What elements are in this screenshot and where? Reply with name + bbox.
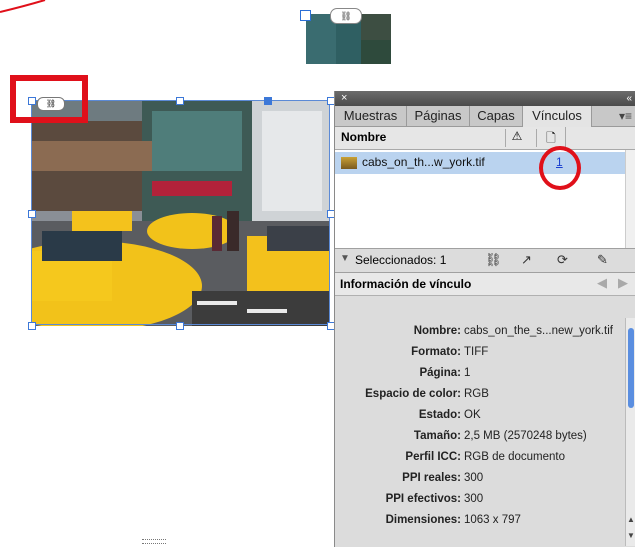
links-list: cabs_on_th...w_york.tif 1 [335,150,635,248]
page-column-icon[interactable]: 🗋 [536,129,565,147]
tab-capas[interactable]: Capas [470,106,523,126]
info-row: Página: 1 [419,367,471,379]
frame-handle[interactable] [176,97,184,105]
scroll-up-icon[interactable]: ▲ [627,515,635,524]
links-panel: × « Muestras Páginas Capas Vínculos ▾≡ N… [334,91,635,547]
info-row: Perfil ICC: RGB de documento [405,451,566,463]
info-row: Estado: OK [418,409,481,421]
panel-tabs: Muestras Páginas Capas Vínculos ▾≡ [335,106,635,127]
info-row: Formato: TIFF [411,346,489,358]
links-column-header: Nombre ⚠ 🗋 [335,127,635,150]
link-info-title: Información de vínculo [340,277,472,291]
frame-handle[interactable] [176,322,184,330]
next-link-icon[interactable]: ▶ [618,275,628,291]
panel-menu-icon[interactable]: ▾≡ [619,109,632,123]
tab-vinculos[interactable]: Vínculos [523,106,592,127]
relink-icon[interactable]: ⛓ [485,252,502,268]
tab-paginas[interactable]: Páginas [407,106,470,126]
update-link-icon[interactable]: ⟳ [557,252,568,268]
frame-handle[interactable] [28,210,36,218]
annotation-highlight-box [10,75,88,123]
info-row: PPI reales: 300 [402,472,484,484]
links-toolbar: ▼ Seleccionados: 1 ⛓ ↗ ⟳ ✎ [335,248,635,273]
close-icon[interactable]: × [341,91,347,106]
image-file-icon [341,157,357,169]
link-filename: cabs_on_th...w_york.tif [362,155,485,169]
edit-original-icon[interactable]: ✎ [597,252,608,268]
info-row: Nombre: cabs_on_the_s...new_york.tif [413,325,613,337]
previous-link-icon[interactable]: ◀ [597,275,607,291]
selected-count: Seleccionados: 1 [355,253,447,267]
disclosure-triangle-icon[interactable]: ▼ [340,253,350,264]
column-name[interactable]: Nombre [341,130,386,144]
panel-titlebar: × « [335,91,635,106]
scroll-thumb[interactable] [628,328,634,408]
tab-muestras[interactable]: Muestras [335,106,407,126]
collapse-icon[interactable]: « [626,91,632,106]
link-row[interactable]: cabs_on_th...w_york.tif 1 [335,152,625,174]
warning-column-icon[interactable]: ⚠ [505,129,528,147]
annotation-circle [539,146,581,190]
info-row: PPI efectivos: 300 [385,493,484,505]
list-scrollbar[interactable] [625,150,635,248]
annotation-arc [0,0,46,13]
go-to-link-icon[interactable]: ↗ [521,252,532,268]
info-row: Dimensiones: 1063 x 797 [385,514,521,526]
info-row: Tamaño: 2,5 MB (2570248 bytes) [413,430,587,442]
info-scrollbar[interactable]: ▲ ▼ [625,318,635,546]
info-row: Espacio de color: RGB [365,388,489,400]
frame-handle[interactable] [264,97,272,105]
link-info-body: Nombre: cabs_on_the_s...new_york.tif Form… [335,318,635,546]
scroll-down-icon[interactable]: ▼ [627,531,635,540]
link-badge-icon: ⛓ [330,8,362,24]
resize-grip[interactable] [142,539,166,544]
image-frame[interactable] [31,100,330,325]
link-info-header: Información de vínculo ◀ ▶ [335,273,635,296]
frame-handle[interactable] [300,10,311,21]
frame-handle[interactable] [28,322,36,330]
